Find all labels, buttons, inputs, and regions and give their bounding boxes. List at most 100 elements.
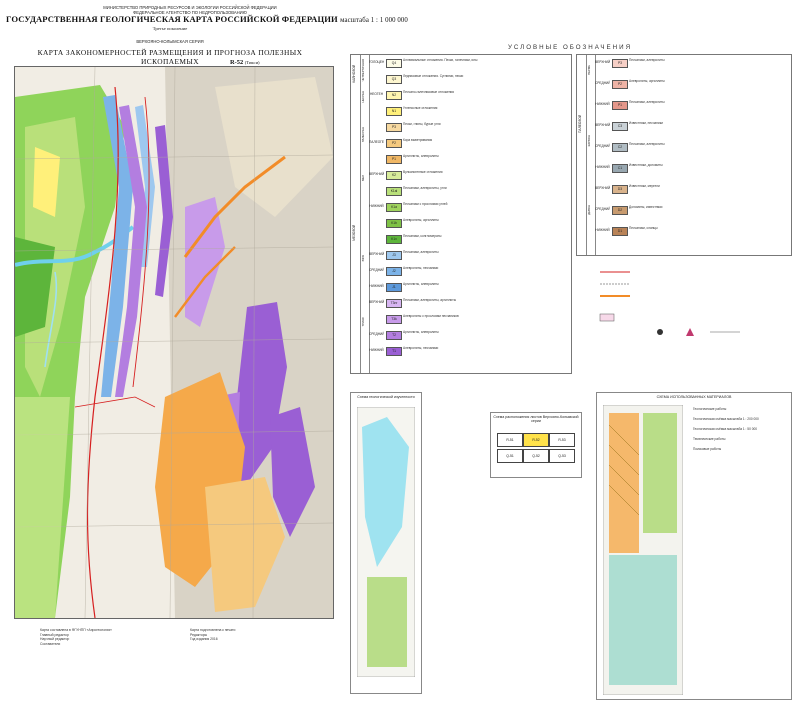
materials-note: Геологические работы xyxy=(693,407,727,411)
period-quaternary: ЧЕТВЕРТИЧНАЯ xyxy=(361,59,365,82)
legend-swatch: C1 xyxy=(612,163,628,173)
geological-map[interactable] xyxy=(14,66,334,619)
sheet-cell: R-53 xyxy=(549,433,575,447)
legend-row: N1 Угленосные отложения xyxy=(369,106,569,116)
sheet-cell-current: R-52 xyxy=(523,433,549,447)
legend-age: НИЖНИЙ xyxy=(369,284,384,288)
legend-row: НИЖНИЙ P1 Песчаники, алевролиты xyxy=(595,100,789,110)
legend-swatch: K1v xyxy=(386,234,402,244)
legend-description: Песчаники с прослоями углей xyxy=(403,202,448,206)
legend-description: Песчаники, конгломераты xyxy=(403,234,442,238)
legend-age: НИЖНИЙ xyxy=(595,228,610,232)
legend-swatch: K1b xyxy=(386,218,402,228)
period-triassic: ТРИАС xyxy=(361,317,365,327)
legend-age: НЕОГЕН xyxy=(369,92,384,96)
period-devonian: ДЕВОН xyxy=(587,205,591,215)
materials-note: Геологическая съёмка масштаба 1 : 200 00… xyxy=(693,417,759,421)
inset-materials-scheme: СХЕМА ИСПОЛЬЗОВАННЫХ МАТЕРИАЛОВ Геологич… xyxy=(596,392,792,700)
legend-description: Песчаники, сланцы xyxy=(629,226,658,230)
legend-swatch: T3nr xyxy=(386,298,402,308)
legend-title: УСЛОВНЫЕ ОБОЗНАЧЕНИЯ xyxy=(507,44,633,51)
legend-description: Песчаники, алевролиты xyxy=(629,100,665,104)
legend-rows-right: ВЕРХНИЙ P3 Песчаники, алевролиты СРЕДНИЙ P2 А… xyxy=(595,58,789,252)
legend-age: ПАЛЕОГЕН xyxy=(369,140,384,144)
legend-row: НИЖНИЙ K1a Песчаники с прослоями углей xyxy=(369,202,569,212)
era-cenozoic: КАЙНОЗОЙ xyxy=(352,65,356,83)
legend-swatch: T3k xyxy=(386,314,402,324)
legend-age xyxy=(369,234,384,242)
legend-swatch: K1a xyxy=(386,202,402,212)
legend-description: Ледниковые отложения. Суглинки, пески xyxy=(403,74,464,78)
legend-description: Известняки, мергели xyxy=(629,184,660,188)
legend-description: Пески, глины, бурые угли xyxy=(403,122,441,126)
legend-row: ПАЛЕОГЕНP2Кора выветривания xyxy=(369,138,569,148)
legend-row: СРЕДНИЙ D2 Доломиты, известняки xyxy=(595,205,789,215)
legend-swatch: D1 xyxy=(612,226,628,236)
legend-row: ВЕРХНИЙ C3 Известняки, песчаники xyxy=(595,121,789,131)
materials-note: Поисковые работы xyxy=(693,447,722,451)
legend-swatch: N2 xyxy=(386,90,402,100)
legend-swatch: D3 xyxy=(612,184,628,194)
legend-description: Песчаники, алевролиты, аргиллиты xyxy=(403,298,457,302)
legend-row: ГОЛОЦЕН Q4 Аллювиальные отложения. Пески, … xyxy=(369,58,569,68)
legend-description: Алевролиты с прослоями песчаников xyxy=(403,314,459,318)
inset-sheet-layout: Схема расположения листов Верхояно-Колым… xyxy=(490,412,582,478)
legend-age: СРЕДНИЙ xyxy=(595,144,610,148)
legend-description: Известняки, песчаники xyxy=(629,121,663,125)
legend-row: K1b Алевролиты, аргиллиты xyxy=(369,218,569,228)
legend-left-panel: КАЙНОЗОЙ МЕЗОЗОЙ ЧЕТВЕРТИЧНАЯ НЕОГЕН ПАЛ… xyxy=(350,54,572,374)
series-label: ВЕРХОЯНО-КОЛЫМСКАЯ СЕРИЯ xyxy=(136,39,204,44)
legend-description: Доломиты, известняки xyxy=(629,205,663,209)
legend-swatch: P3 xyxy=(386,122,402,132)
legend-age xyxy=(369,314,384,322)
legend-description: Аргиллиты, алевролиты xyxy=(403,282,439,286)
credit-line: Год издания 2016 xyxy=(190,637,218,642)
legend-description: Алевролиты, аргиллиты xyxy=(629,79,665,83)
legend-age xyxy=(369,186,384,194)
credits-right: Карта подготовлена к печати Редакторы Го… xyxy=(190,628,330,642)
inset-title-right: СХЕМА ИСПОЛЬЗОВАННЫХ МАТЕРИАЛОВ xyxy=(656,395,732,399)
legend-swatch: P1 xyxy=(386,154,402,164)
generation-label: Третье поколение xyxy=(152,26,188,31)
period-jurassic: ЮРА xyxy=(361,255,365,262)
legend-description: Аргиллиты, алевролиты xyxy=(403,154,439,158)
legend-age: СРЕДНИЙ xyxy=(369,268,384,272)
legend-age: СРЕДНИЙ xyxy=(595,207,610,211)
period-cretaceous: МЕЛ xyxy=(361,175,365,182)
period-neogene: НЕОГЕН xyxy=(361,91,365,103)
materials-note: Геологическая съёмка масштаба 1 : 50 000 xyxy=(693,427,758,431)
legend-swatch: C3 xyxy=(612,121,628,131)
materials-map xyxy=(603,405,683,695)
legend-swatch: K1al xyxy=(386,186,402,196)
legend-swatch: T1 xyxy=(386,346,402,356)
legend-swatch: J2 xyxy=(386,266,402,276)
legend-description: Алевролиты, аргиллиты xyxy=(403,218,439,222)
legend-swatch: D2 xyxy=(612,205,628,215)
legend-row: НЕОГЕН N2 Песчано-галечниковые отложения xyxy=(369,90,569,100)
inset-title-left: Схема геологической изученности xyxy=(357,395,415,399)
legend-age: ВЕРХНИЙ xyxy=(369,172,384,176)
sheet-cell: Q-51 xyxy=(497,449,523,463)
legend-description: Песчаники, алевролиты, угли xyxy=(403,186,447,190)
legend-swatch: T2 xyxy=(386,330,402,340)
legend-row: НИЖНИЙ C1 Известняки, доломиты xyxy=(595,163,789,173)
legend-row: НИЖНИЙ J1 Аргиллиты, алевролиты xyxy=(369,282,569,292)
legend-age xyxy=(369,218,384,226)
period-carboniferous: КАРБОН xyxy=(587,135,591,147)
symbol-samples xyxy=(599,271,740,336)
legend-row: P3 Пески, глины, бурые угли xyxy=(369,122,569,132)
credits-left: Карта составлена в ФГУНПП «Аэрогеология»… xyxy=(40,628,180,646)
sheet-code: R-52 xyxy=(230,59,244,66)
legend-swatch: P2 xyxy=(386,138,402,148)
legend-row: T3k Алевролиты с прослоями песчаников xyxy=(369,314,569,324)
period-permian: ПЕРМЬ xyxy=(587,65,591,75)
legend-swatch: K2 xyxy=(386,170,402,180)
credit-line: Составители xyxy=(40,641,61,646)
legend-age: СРЕДНИЙ xyxy=(369,332,384,336)
legend-age xyxy=(369,154,384,162)
legend-age xyxy=(369,122,384,130)
legend-row: СРЕДНИЙ J2 Алевролиты, песчаники xyxy=(369,266,569,276)
period-paleogene: ПАЛЕОГЕН xyxy=(361,127,365,143)
legend-row: ВЕРХНИЙ K2 Вулканогенные отложения xyxy=(369,170,569,180)
legend-description: Алевролиты, песчаники xyxy=(403,346,439,350)
